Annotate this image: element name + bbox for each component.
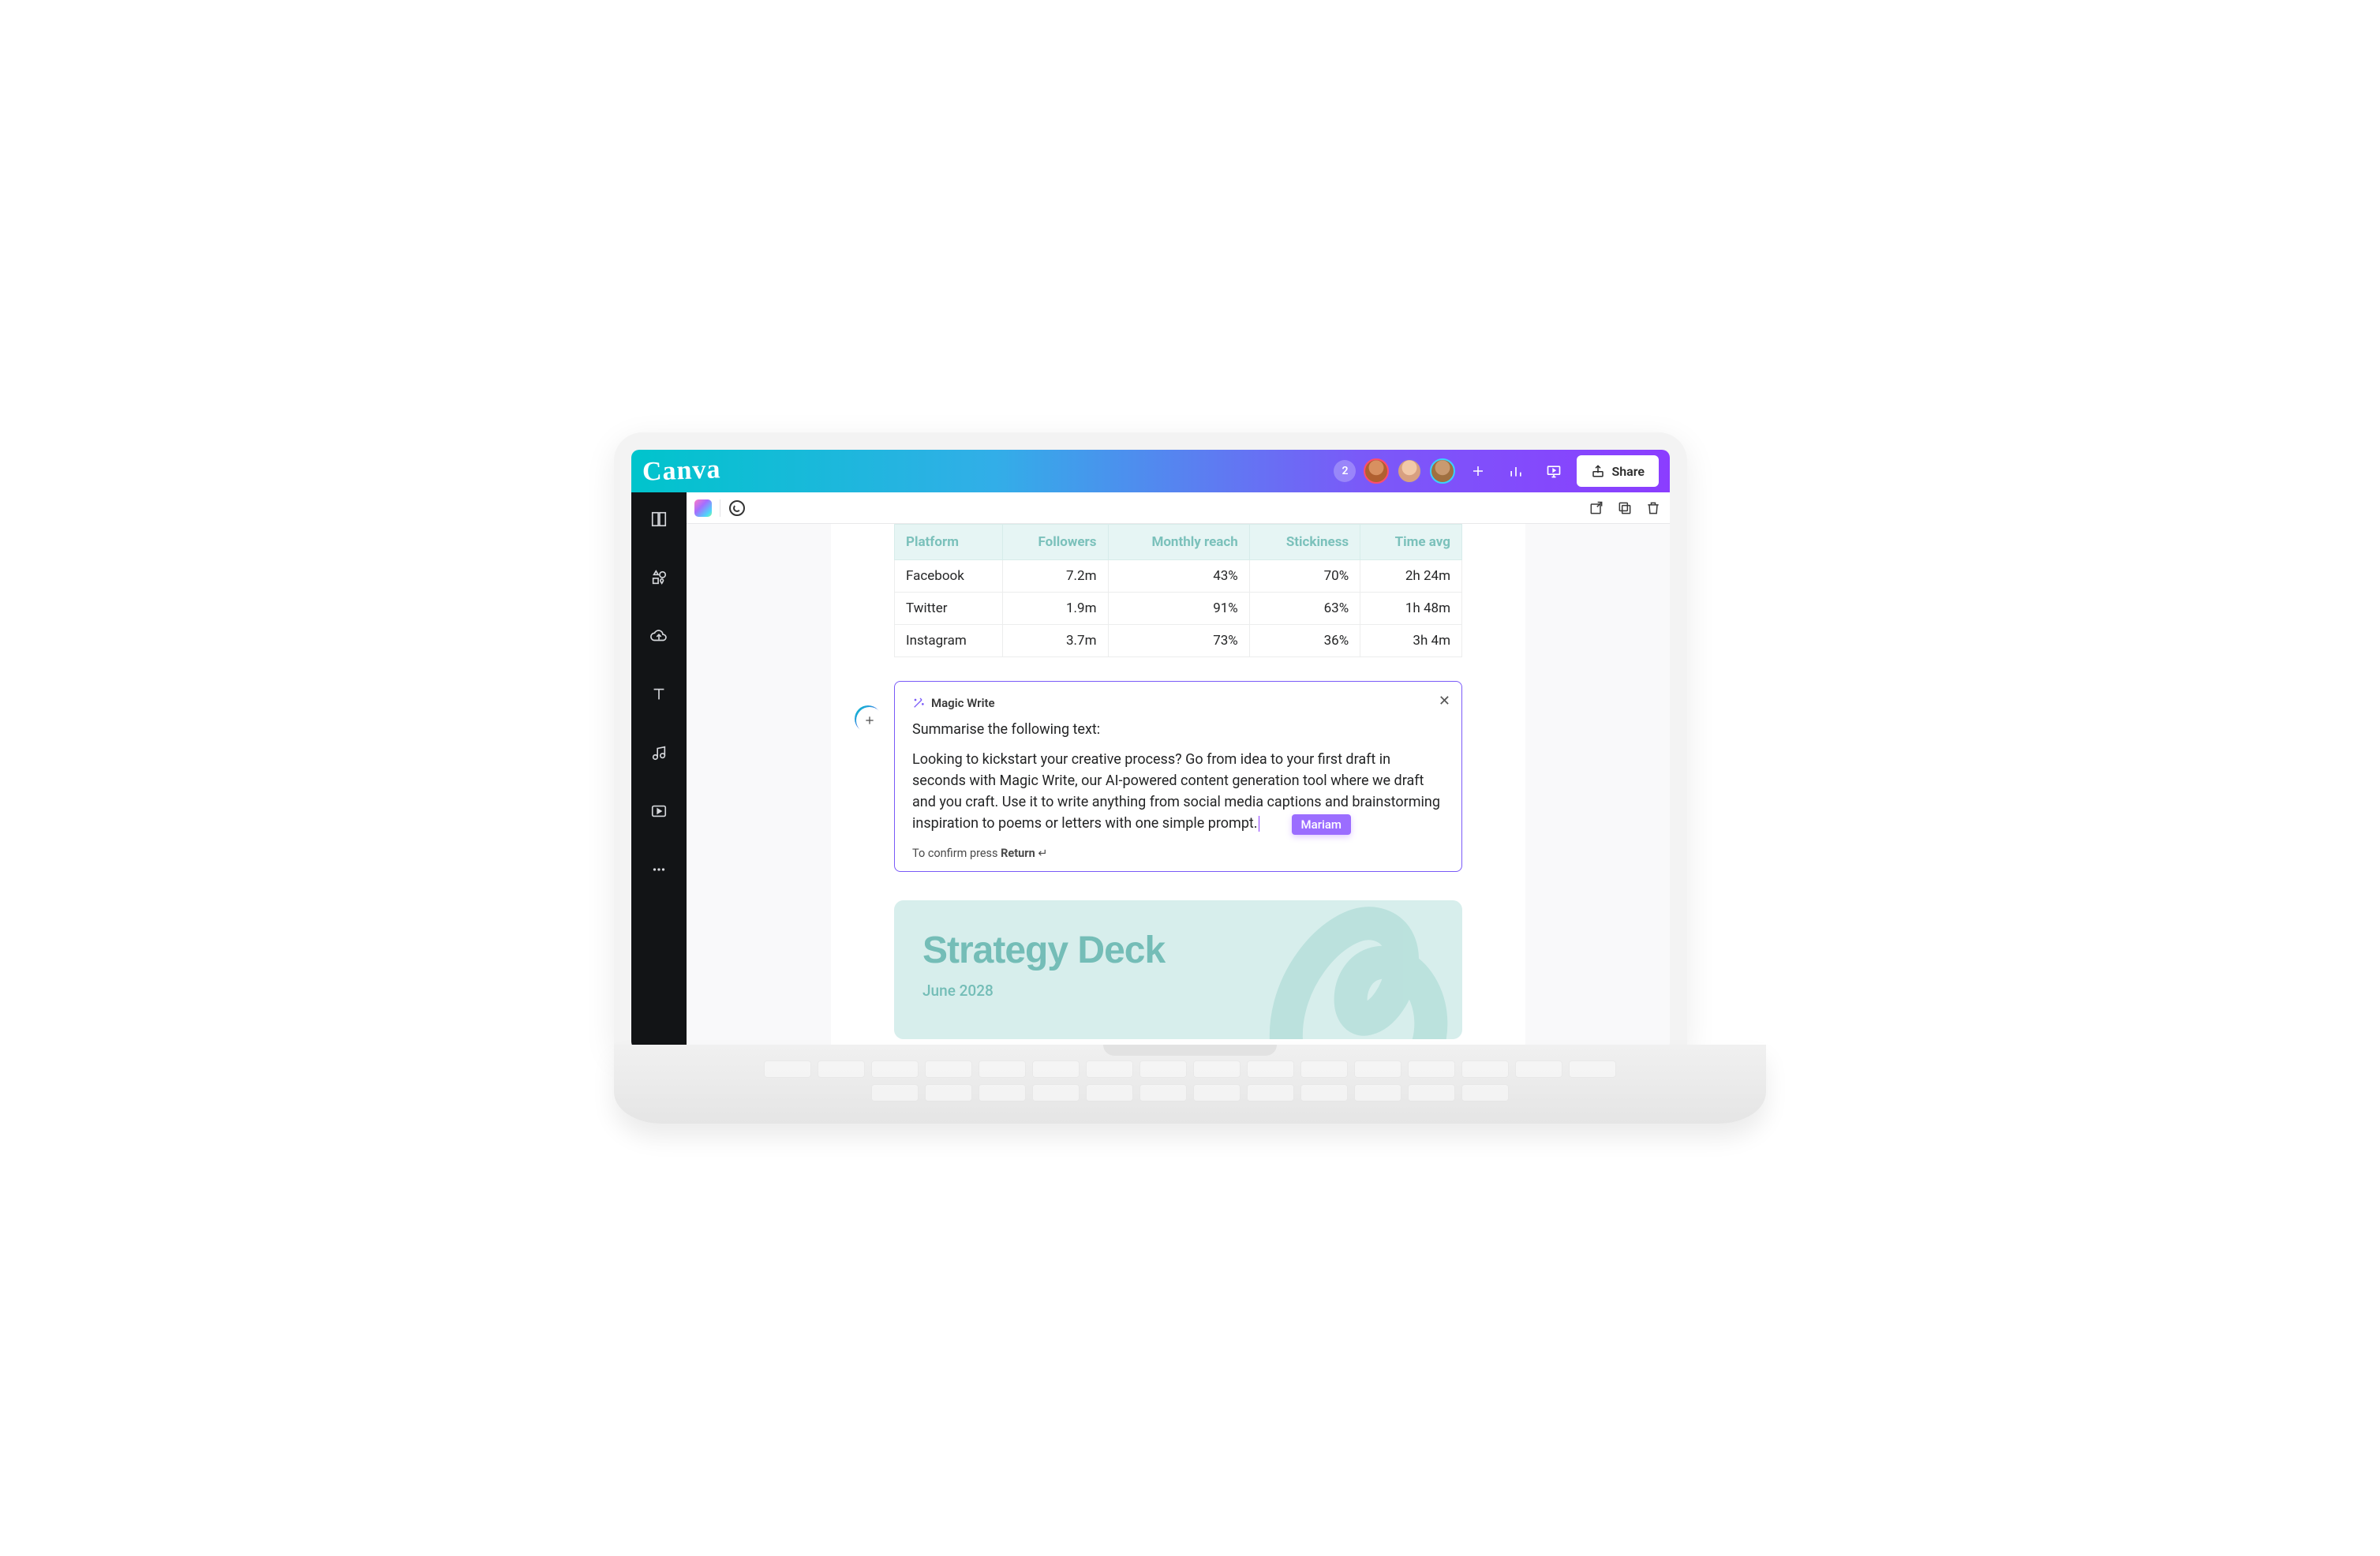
table-row[interactable]: Twitter 1.9m 91% 63% 1h 48m <box>895 593 1462 625</box>
cell[interactable]: 43% <box>1108 560 1249 593</box>
uploads-icon[interactable] <box>643 620 675 652</box>
circle-icon <box>729 500 745 516</box>
magic-write-panel[interactable]: ✕ Magic Write Summarise the following te… <box>894 681 1462 872</box>
app-body: Platform Followers Monthly reach Stickin… <box>631 492 1670 1049</box>
more-icon[interactable] <box>643 854 675 885</box>
deck-card[interactable]: Strategy Deck June 2028 <box>894 900 1462 1039</box>
cell[interactable]: 70% <box>1249 560 1360 593</box>
th-stickiness: Stickiness <box>1249 525 1360 560</box>
copy-icon[interactable] <box>1616 499 1633 517</box>
cell[interactable]: 2h 24m <box>1360 560 1462 593</box>
close-icon[interactable]: ✕ <box>1439 693 1450 709</box>
cell[interactable]: 7.2m <box>1003 560 1108 593</box>
share-label: Share <box>1611 464 1645 479</box>
canva-logo[interactable]: Canva <box>642 454 721 487</box>
add-block-button[interactable] <box>855 705 881 732</box>
canvas-area: Platform Followers Monthly reach Stickin… <box>687 492 1670 1049</box>
laptop-frame: Canva 2 Share <box>614 432 1687 1049</box>
cell[interactable]: 73% <box>1108 625 1249 657</box>
cell[interactable]: Instagram <box>895 625 1003 657</box>
add-collaborator-button[interactable] <box>1463 456 1493 486</box>
audio-icon[interactable] <box>643 737 675 769</box>
trash-icon[interactable] <box>1645 499 1662 517</box>
document[interactable]: Platform Followers Monthly reach Stickin… <box>831 524 1525 1049</box>
effects-icon[interactable] <box>728 499 746 517</box>
table-row[interactable]: Instagram 3.7m 73% 36% 3h 4m <box>895 625 1462 657</box>
video-icon[interactable] <box>643 795 675 827</box>
magic-wand-icon <box>912 697 925 709</box>
templates-icon[interactable] <box>643 503 675 535</box>
present-icon[interactable] <box>1539 456 1569 486</box>
trackpad-notch <box>1103 1045 1277 1056</box>
collaborator-cursor-tag: Mariam <box>1292 814 1351 835</box>
avatar[interactable] <box>1397 458 1422 484</box>
cell[interactable]: Twitter <box>895 593 1003 625</box>
elements-icon[interactable] <box>643 562 675 593</box>
th-time-avg: Time avg <box>1360 525 1462 560</box>
text-icon[interactable] <box>643 679 675 710</box>
app-header: Canva 2 Share <box>631 450 1670 492</box>
cell[interactable]: 1h 48m <box>1360 593 1462 625</box>
th-platform: Platform <box>895 525 1003 560</box>
plus-icon <box>856 707 883 734</box>
keyboard-decoration <box>764 1060 1616 1102</box>
avatar[interactable] <box>1430 458 1455 484</box>
table-row[interactable]: Facebook 7.2m 43% 70% 2h 24m <box>895 560 1462 593</box>
color-swatch[interactable] <box>694 499 712 517</box>
cell[interactable]: 3.7m <box>1003 625 1108 657</box>
laptop-base <box>614 1045 1766 1124</box>
side-rail <box>631 492 687 1049</box>
analytics-icon[interactable] <box>1501 456 1531 486</box>
cell[interactable]: 3h 4m <box>1360 625 1462 657</box>
brush-decoration <box>1241 900 1462 1039</box>
magic-write-body-text: Looking to kickstart your creative proce… <box>912 751 1440 832</box>
avatar[interactable] <box>1364 458 1389 484</box>
cell[interactable]: 63% <box>1249 593 1360 625</box>
magic-write-label: Magic Write <box>931 696 995 710</box>
magic-write-body[interactable]: Looking to kickstart your creative proce… <box>912 749 1444 834</box>
cell[interactable]: 1.9m <box>1003 593 1108 625</box>
magic-write-prompt[interactable]: Summarise the following text: <box>912 721 1444 738</box>
th-followers: Followers <box>1003 525 1108 560</box>
magic-write-title-row: Magic Write <box>912 696 1444 710</box>
cell[interactable]: Facebook <box>895 560 1003 593</box>
confirm-hint: To confirm press Return ↵ <box>912 847 1444 860</box>
app-screen: Canva 2 Share <box>631 450 1670 1049</box>
export-icon[interactable] <box>1588 499 1605 517</box>
context-toolbar <box>687 492 1670 524</box>
share-button[interactable]: Share <box>1577 455 1659 487</box>
table-header-row: Platform Followers Monthly reach Stickin… <box>895 525 1462 560</box>
collaborator-count[interactable]: 2 <box>1334 460 1356 482</box>
cell[interactable]: 91% <box>1108 593 1249 625</box>
canvas-scroll[interactable]: Platform Followers Monthly reach Stickin… <box>687 524 1670 1049</box>
cell[interactable]: 36% <box>1249 625 1360 657</box>
platform-metrics-table[interactable]: Platform Followers Monthly reach Stickin… <box>894 524 1462 657</box>
th-monthly-reach: Monthly reach <box>1108 525 1249 560</box>
